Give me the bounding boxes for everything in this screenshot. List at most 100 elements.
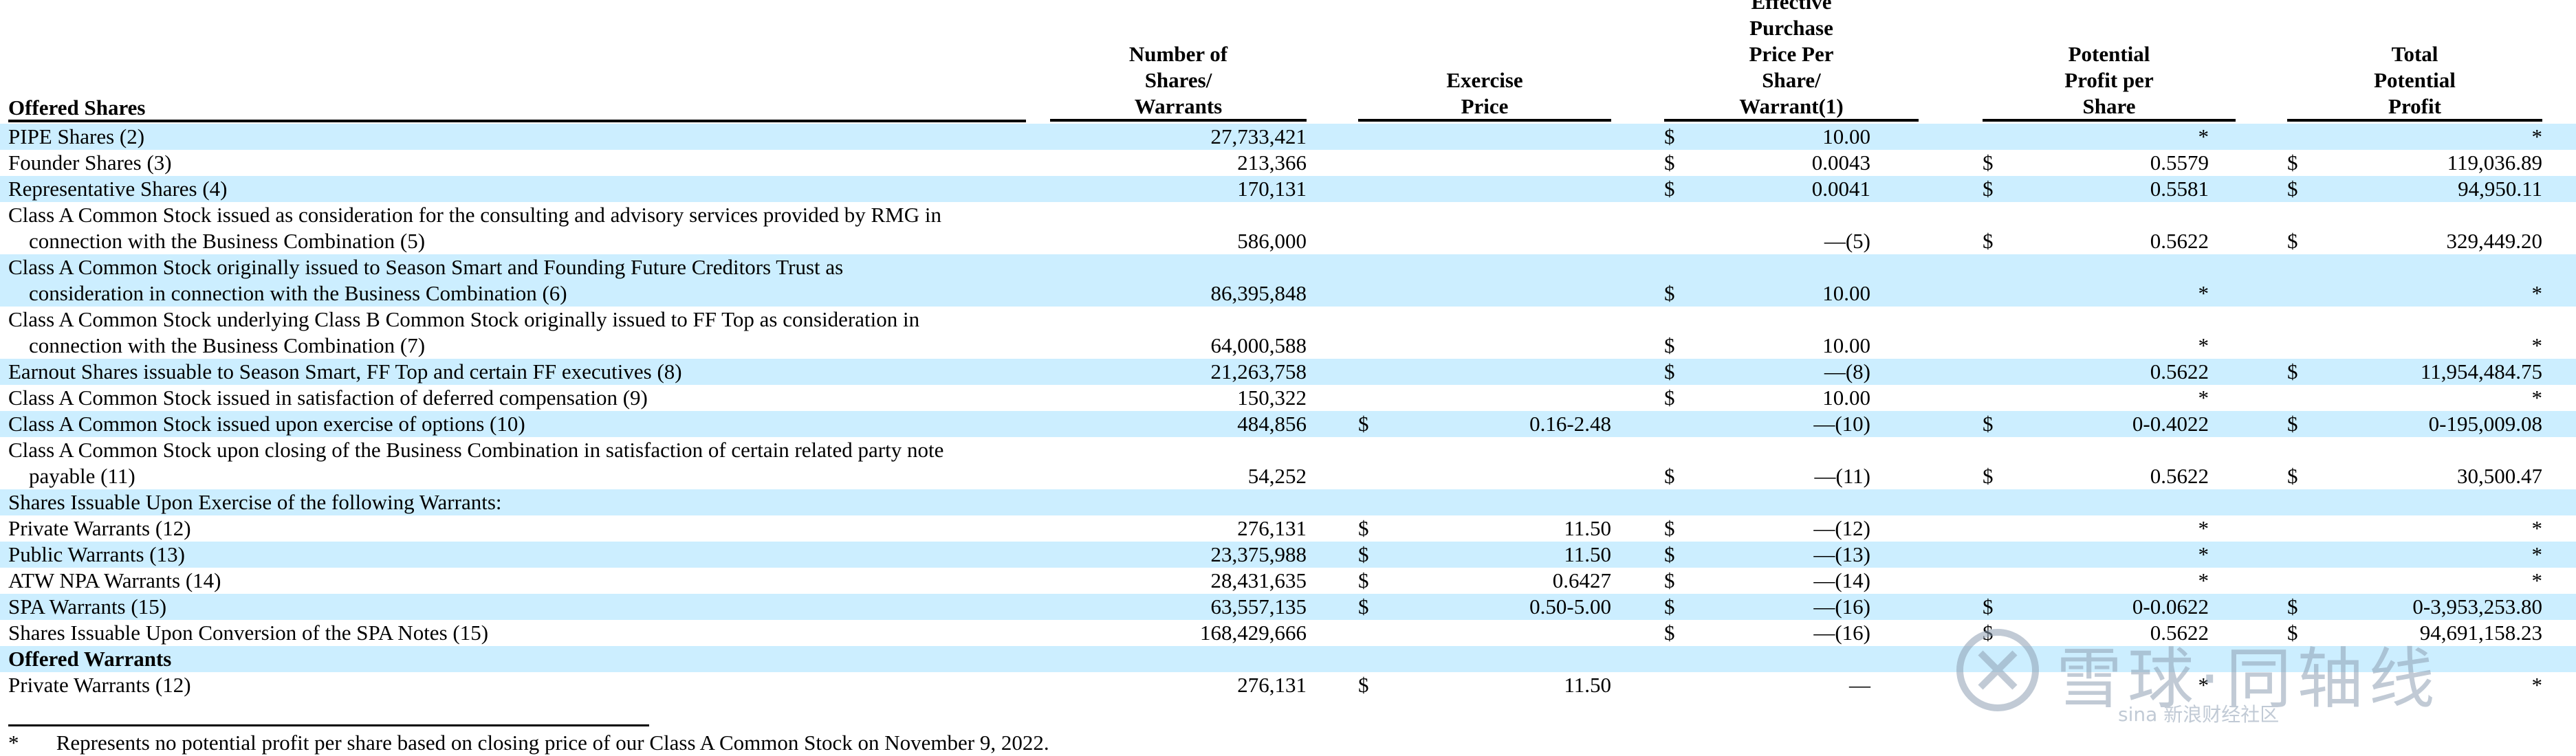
profit-per-share: *	[2198, 568, 2209, 592]
shares-count: 86,395,848	[1210, 281, 1307, 305]
table-row: Class A Common Stock issued in satisfact…	[0, 385, 2576, 411]
row-label-line: Class A Common Stock issued in satisfact…	[8, 386, 648, 410]
shares-count: 64,000,588	[1210, 333, 1307, 357]
exercise-dollar-sign: $	[1358, 412, 1369, 436]
row-label: Offered Warrants	[8, 646, 1040, 672]
effective-dollar-sign: $	[1664, 333, 1675, 357]
effective-price: 0.0043	[1811, 151, 1870, 175]
exercise-dollar-sign: $	[1358, 594, 1369, 619]
effective-price: —(14)	[1813, 568, 1870, 592]
row-label-line: Class A Common Stock originally issued t…	[8, 255, 844, 279]
row-label-line: Earnout Shares issuable to Season Smart,…	[8, 359, 682, 383]
header-rule-offered	[8, 120, 1026, 122]
row-label: PIPE Shares (2)	[8, 124, 1040, 150]
header-rule	[1358, 119, 1611, 122]
effective-price: —(5)	[1824, 229, 1870, 253]
profit-dollar-sign: $	[1983, 412, 1994, 436]
header-line: Warrant(1)	[1739, 94, 1844, 118]
header-total-potential-profit: Total Potential Profit	[2287, 41, 2542, 122]
profit-dollar-sign: $	[1983, 229, 1994, 253]
table-row: PIPE Shares (2) 27,733,421 $10.00 * *	[0, 124, 2576, 150]
row-label-line: Class A Common Stock issued upon exercis…	[8, 412, 525, 436]
shares-count: 170,131	[1237, 177, 1307, 201]
exercise-price: 0.6427	[1552, 568, 1611, 592]
row-label-line: Offered Warrants	[8, 647, 172, 671]
table-header: Offered Shares Number of Shares/ Warrant…	[0, 0, 2576, 122]
table-row: Class A Common Stock underlying Class B …	[0, 307, 2576, 359]
effective-dollar-sign: $	[1664, 359, 1675, 383]
effective-price: 10.00	[1822, 333, 1870, 357]
row-label: Founder Shares (3)	[8, 150, 1040, 176]
footnote: * Represents no potential profit per sha…	[8, 730, 1049, 756]
row-label: Shares Issuable Upon Exercise of the fol…	[8, 489, 1040, 515]
total-profit: 11,954,484.75	[2420, 359, 2542, 383]
effective-dollar-sign: $	[1664, 464, 1675, 488]
exercise-dollar-sign: $	[1358, 673, 1369, 697]
shares-count: 276,131	[1237, 673, 1307, 697]
header-line: Price Per	[1749, 42, 1834, 66]
profit-per-share: 0-0.0622	[2132, 594, 2209, 619]
total-dollar-sign: $	[2287, 464, 2298, 488]
profit-per-share: 0.5581	[2150, 177, 2209, 201]
profit-per-share: *	[2198, 281, 2209, 305]
shares-count: 27,733,421	[1210, 124, 1307, 148]
row-label: Private Warrants (12)	[8, 672, 1040, 698]
table-row: SPA Warrants (15) 63,557,135 $0.50-5.00 $ —(…	[0, 594, 2576, 620]
profit-dollar-sign: $	[1983, 464, 1994, 488]
table-row: Class A Common Stock originally issued t…	[0, 254, 2576, 307]
row-label-line: ATW NPA Warrants (14)	[8, 568, 221, 592]
exercise-price: 11.50	[1564, 542, 1611, 566]
prospectus-table-page: Offered Shares Number of Shares/ Warrant…	[0, 0, 2576, 755]
effective-price: —(16)	[1813, 594, 1870, 619]
header-rule	[2287, 119, 2542, 122]
table-row: Class A Common Stock issued as considera…	[0, 202, 2576, 254]
header-line: Effective	[1751, 0, 1832, 14]
total-profit: 119,036.89	[2447, 151, 2542, 175]
total-profit: *	[2531, 333, 2543, 357]
row-label-line: connection with the Business Combination…	[29, 333, 426, 357]
row-label: Class A Common Stock underlying Class B …	[8, 307, 1040, 359]
shares-count: 28,431,635	[1210, 568, 1307, 592]
effective-dollar-sign: $	[1664, 516, 1675, 540]
header-line: Total	[2391, 42, 2438, 66]
effective-price: —(10)	[1813, 412, 1870, 436]
total-profit: 329,449.20	[2446, 229, 2543, 253]
effective-dollar-sign: $	[1664, 281, 1675, 305]
table-row: Founder Shares (3) 213,366 $0.0043 $0.5579 $…	[0, 150, 2576, 176]
row-label-line: Shares Issuable Upon Exercise of the fol…	[8, 490, 502, 514]
profit-per-share: *	[2198, 124, 2209, 148]
profit-per-share: *	[2198, 333, 2209, 357]
header-line: Potential	[2374, 68, 2456, 92]
table-row: Class A Common Stock issued upon exercis…	[0, 411, 2576, 437]
table-row: ATW NPA Warrants (14) 28,431,635 $0.6427 $ —…	[0, 568, 2576, 594]
sina-brand: sina	[2118, 703, 2158, 726]
row-label: Representative Shares (4)	[8, 176, 1040, 202]
header-line: Number of	[1128, 42, 1228, 66]
watermark: 雪球·同轴线 sina 新浪财经社区	[1946, 619, 2551, 726]
effective-price: —(11)	[1814, 464, 1871, 488]
shares-count: 213,366	[1237, 151, 1307, 175]
profit-per-share: *	[2198, 542, 2209, 566]
effective-price: —(13)	[1813, 542, 1870, 566]
shares-count: 150,322	[1237, 386, 1307, 410]
effective-dollar-sign: $	[1664, 621, 1675, 645]
header-number-of-shares: Number of Shares/ Warrants	[1050, 41, 1307, 122]
shares-count: 23,375,988	[1210, 542, 1307, 566]
profit-per-share: 0.5622	[2150, 464, 2209, 488]
total-profit: 30,500.47	[2457, 464, 2542, 488]
row-label-line: PIPE Shares (2)	[8, 124, 145, 148]
effective-price: —(16)	[1813, 621, 1870, 645]
exercise-dollar-sign: $	[1358, 542, 1369, 566]
exercise-dollar-sign: $	[1358, 568, 1369, 592]
exercise-dollar-sign: $	[1358, 516, 1369, 540]
shares-count: 484,856	[1237, 412, 1307, 436]
header-rule	[1664, 119, 1919, 122]
effective-price: —(8)	[1824, 359, 1870, 383]
effective-price: 10.00	[1822, 386, 1870, 410]
effective-dollar-sign: $	[1664, 542, 1675, 566]
row-label-line: Class A Common Stock underlying Class B …	[8, 307, 920, 331]
effective-dollar-sign: $	[1664, 568, 1675, 592]
profit-per-share: *	[2198, 516, 2209, 540]
row-label: Private Warrants (12)	[8, 515, 1040, 542]
shares-count: 54,252	[1247, 464, 1307, 488]
